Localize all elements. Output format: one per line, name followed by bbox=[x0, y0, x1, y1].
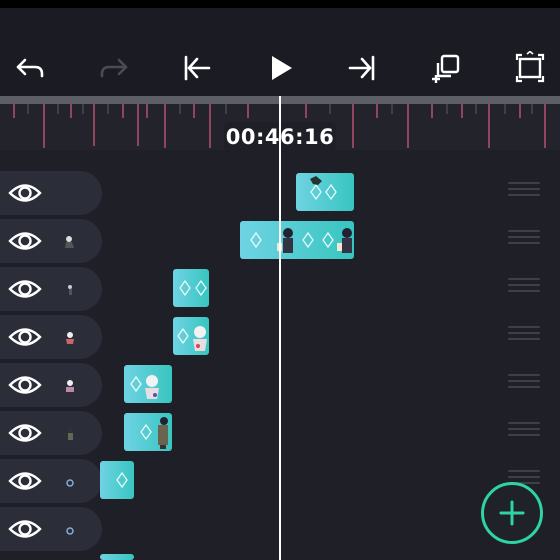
track-header[interactable] bbox=[0, 507, 102, 551]
clip-frames bbox=[179, 279, 207, 297]
skip-to-end-icon bbox=[348, 55, 375, 81]
drag-handle-icon[interactable] bbox=[508, 422, 540, 444]
track-header[interactable] bbox=[0, 315, 102, 359]
eye-icon[interactable] bbox=[8, 227, 42, 255]
add-layer-button[interactable] bbox=[481, 482, 543, 544]
clip-frames bbox=[310, 176, 337, 201]
fullscreen-icon bbox=[515, 51, 545, 83]
timeline-clip[interactable] bbox=[100, 461, 134, 499]
timeline-clip[interactable] bbox=[173, 269, 209, 307]
clip-frames bbox=[177, 326, 207, 351]
clip-frames bbox=[250, 228, 352, 253]
clip-frames bbox=[140, 417, 168, 449]
fullscreen-button[interactable] bbox=[510, 48, 550, 88]
plus-icon bbox=[499, 500, 525, 526]
drag-handle-icon[interactable] bbox=[508, 374, 540, 396]
drag-handle-icon[interactable] bbox=[508, 230, 540, 252]
playhead[interactable] bbox=[279, 96, 281, 560]
track-header[interactable] bbox=[0, 459, 102, 503]
eye-icon[interactable] bbox=[8, 179, 42, 207]
timeline-clip[interactable] bbox=[124, 413, 172, 451]
notch bbox=[270, 0, 360, 8]
duplicate-layer-icon bbox=[432, 54, 460, 83]
timeline-clip[interactable] bbox=[173, 317, 209, 355]
track-header[interactable] bbox=[0, 267, 102, 311]
eye-icon[interactable] bbox=[8, 419, 42, 447]
track-header[interactable] bbox=[0, 411, 102, 455]
timeline-clip[interactable] bbox=[124, 365, 172, 403]
layer-thumbnail bbox=[66, 527, 74, 535]
undo-icon bbox=[16, 58, 44, 78]
undo-button[interactable] bbox=[10, 48, 50, 88]
eye-icon[interactable] bbox=[8, 323, 42, 351]
drag-handle-icon[interactable] bbox=[508, 278, 540, 300]
drag-handle-icon[interactable] bbox=[508, 326, 540, 348]
timeline-clip[interactable] bbox=[240, 221, 354, 259]
layer-thumbnail bbox=[65, 236, 74, 248]
clip-frames bbox=[130, 375, 159, 399]
drag-handle-icon[interactable] bbox=[508, 182, 540, 204]
track-header[interactable] bbox=[0, 219, 102, 263]
eye-icon[interactable] bbox=[8, 371, 42, 399]
track-header[interactable] bbox=[0, 363, 102, 407]
clip-frames bbox=[116, 471, 128, 489]
toolbar bbox=[0, 8, 560, 96]
redo-icon bbox=[100, 58, 128, 78]
redo-button[interactable] bbox=[94, 48, 134, 88]
layer-thumbnail bbox=[66, 479, 74, 487]
timeline-clip[interactable] bbox=[100, 554, 134, 560]
track-header[interactable] bbox=[0, 171, 102, 215]
status-bar bbox=[0, 0, 560, 8]
layer-thumbnail bbox=[66, 332, 74, 344]
skip-to-end-button[interactable] bbox=[343, 48, 383, 88]
layer-thumbnail bbox=[68, 285, 72, 295]
skip-to-start-icon bbox=[184, 55, 211, 81]
play-icon bbox=[272, 56, 292, 80]
eye-icon[interactable] bbox=[8, 467, 42, 495]
eye-icon[interactable] bbox=[8, 275, 42, 303]
skip-to-start-button[interactable] bbox=[176, 48, 216, 88]
play-button[interactable] bbox=[260, 48, 300, 88]
layer-thumbnail bbox=[67, 427, 73, 440]
eye-icon[interactable] bbox=[8, 515, 42, 543]
timeline-clip[interactable] bbox=[296, 173, 354, 211]
layer-thumbnail bbox=[66, 380, 74, 392]
duplicate-layer-button[interactable] bbox=[426, 48, 466, 88]
